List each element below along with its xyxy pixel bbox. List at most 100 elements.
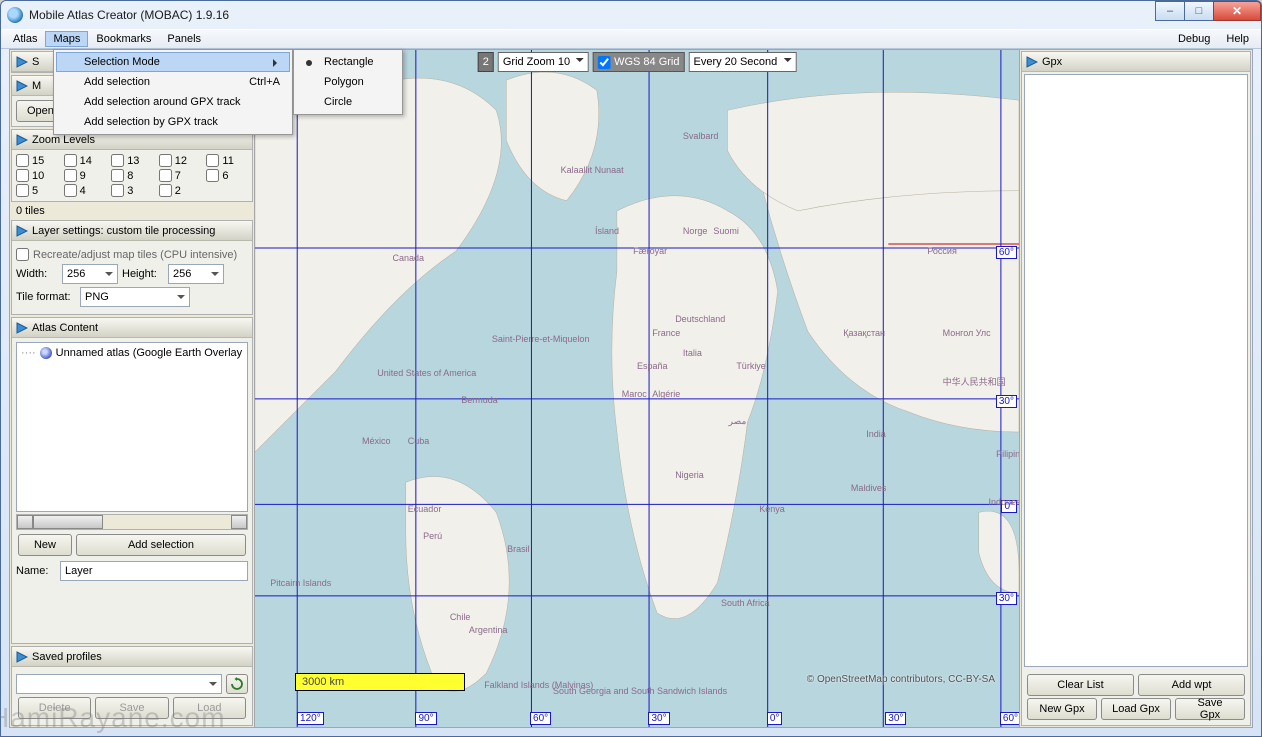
lat-grid-label: 60° <box>996 246 1017 259</box>
lon-grid-label: 30° <box>648 712 669 725</box>
zoom-level-12[interactable]: 12 <box>159 154 201 167</box>
zoom-checkbox-3[interactable] <box>111 184 124 197</box>
new-button[interactable]: New <box>18 534 72 556</box>
arrow-right-icon <box>16 225 28 237</box>
menu-item-add-selection[interactable]: Add selection Ctrl+A <box>56 72 290 92</box>
grid-type-toggle[interactable]: WGS 84 Grid <box>593 52 684 72</box>
menu-bookmarks[interactable]: Bookmarks <box>88 31 159 47</box>
zoom-level-14[interactable]: 14 <box>64 154 106 167</box>
tree-root-item[interactable]: ···· Unnamed atlas (Google Earth Overlay <box>21 347 243 359</box>
lon-grid-label: 90° <box>415 712 436 725</box>
zoom-level-15[interactable]: 15 <box>16 154 58 167</box>
zoom-checkbox-10[interactable] <box>16 169 29 182</box>
layer-settings-title: Layer settings: custom tile processing <box>32 225 215 237</box>
layer-settings-header[interactable]: Layer settings: custom tile processing <box>12 221 252 241</box>
zoom-checkbox-8[interactable] <box>111 169 124 182</box>
maps-menu-popup: Selection Mode Add selection Ctrl+A Add … <box>53 49 293 135</box>
zoom-level-7[interactable]: 7 <box>159 169 201 182</box>
lat-grid-label: 0° <box>1001 500 1017 513</box>
map-attribution: © OpenStreetMap contributors, CC-BY-SA <box>807 674 995 685</box>
menu-panels[interactable]: Panels <box>159 31 209 47</box>
zoom-checkbox-15[interactable] <box>16 154 29 167</box>
menu-atlas[interactable]: Atlas <box>5 31 45 47</box>
tiles-count-label: 0 tiles <box>10 203 254 219</box>
zoom-checkbox-5[interactable] <box>16 184 29 197</box>
zoom-checkbox-6[interactable] <box>206 169 219 182</box>
submenu-item-polygon[interactable]: Polygon <box>296 72 400 92</box>
grid-enable-checkbox[interactable] <box>598 56 611 69</box>
zoom-checkbox-11[interactable] <box>206 154 219 167</box>
saved-profiles-header[interactable]: Saved profiles <box>12 647 252 667</box>
zoom-checkbox-13[interactable] <box>111 154 124 167</box>
arrow-right-icon <box>16 80 28 92</box>
zoom-checkbox-14[interactable] <box>64 154 77 167</box>
zoom-level-10[interactable]: 10 <box>16 169 58 182</box>
height-combo[interactable]: 256 <box>168 264 224 284</box>
lon-grid-label: 60° <box>530 712 551 725</box>
tile-format-combo[interactable]: PNG <box>80 287 190 307</box>
zoom-level-6[interactable]: 6 <box>206 169 248 182</box>
zoom-level-9[interactable]: 9 <box>64 169 106 182</box>
globe-icon <box>40 347 52 359</box>
add-wpt-button[interactable]: Add wpt <box>1138 674 1245 696</box>
menu-help[interactable]: Help <box>1218 31 1257 47</box>
load-gpx-button[interactable]: Load Gpx <box>1101 698 1171 720</box>
saved-profiles-combo[interactable] <box>16 674 222 694</box>
zoom-level-3[interactable]: 3 <box>111 184 153 197</box>
clear-list-button[interactable]: Clear List <box>1027 674 1134 696</box>
gpx-panel-header[interactable]: Gpx <box>1022 52 1250 72</box>
menu-maps[interactable]: Maps <box>45 31 88 47</box>
gpx-list[interactable] <box>1024 74 1248 667</box>
map-canvas[interactable]: 60°30°0°30° 120°90°60°30°0°30°60° Canada… <box>254 50 1020 727</box>
menu-bar: Atlas Maps Bookmarks Panels Debug Help <box>1 29 1261 49</box>
zoom-level-11[interactable]: 11 <box>206 154 248 167</box>
map-toolbar: 2 Grid Zoom 10 WGS 84 Grid Every 20 Seco… <box>478 52 797 72</box>
window-title: Mobile Atlas Creator (MOBAC) 1.9.16 <box>29 8 229 22</box>
name-input[interactable] <box>60 561 248 581</box>
tile-format-label: Tile format: <box>16 291 76 303</box>
grid-zoom-dropdown[interactable]: Grid Zoom 10 <box>498 52 589 72</box>
width-combo[interactable]: 256 <box>62 264 118 284</box>
submenu-arrow-icon <box>273 59 281 67</box>
menu-debug[interactable]: Debug <box>1170 31 1218 47</box>
grid-interval-dropdown[interactable]: Every 20 Second <box>689 52 797 72</box>
menu-item-add-selection-around-gpx[interactable]: Add selection around GPX track <box>56 92 290 112</box>
lon-grid-label: 0° <box>767 712 783 725</box>
zoom-checkbox-7[interactable] <box>159 169 172 182</box>
save-gpx-button[interactable]: Save Gpx <box>1175 698 1245 720</box>
arrow-right-icon <box>16 134 28 146</box>
saved-profiles-title: Saved profiles <box>32 651 102 663</box>
zoom-checkbox-2[interactable] <box>159 184 172 197</box>
submenu-item-rectangle[interactable]: Rectangle <box>296 52 400 72</box>
submenu-item-circle[interactable]: Circle <box>296 92 400 112</box>
zoom-checkbox-12[interactable] <box>159 154 172 167</box>
zoom-level-13[interactable]: 13 <box>111 154 153 167</box>
recreate-tiles-checkbox[interactable] <box>16 248 29 261</box>
zoom-checkbox-4[interactable] <box>64 184 77 197</box>
atlas-content-header[interactable]: Atlas Content <box>12 318 252 338</box>
window-minimize-button[interactable]: – <box>1155 1 1185 21</box>
tree-horizontal-scrollbar[interactable] <box>16 514 248 530</box>
atlas-tree[interactable]: ···· Unnamed atlas (Google Earth Overlay <box>16 342 248 512</box>
new-gpx-button[interactable]: New Gpx <box>1027 698 1097 720</box>
zoom-level-2[interactable]: 2 <box>159 184 201 197</box>
window-close-button[interactable]: ✕ <box>1213 1 1261 21</box>
lat-grid-label: 30° <box>996 395 1017 408</box>
map-svg <box>255 50 1019 727</box>
menu-item-selection-mode[interactable]: Selection Mode <box>56 52 290 72</box>
refresh-icon-button[interactable] <box>226 674 248 694</box>
zoom-checkbox-9[interactable] <box>64 169 77 182</box>
zoom-level-4[interactable]: 4 <box>64 184 106 197</box>
add-selection-button[interactable]: Add selection <box>76 534 246 556</box>
zoom-level-8[interactable]: 8 <box>111 169 153 182</box>
window-maximize-button[interactable]: □ <box>1184 1 1214 21</box>
scale-bar: 3000 km <box>295 673 465 691</box>
gpx-panel-title: Gpx <box>1042 56 1062 68</box>
menu-item-add-selection-by-gpx[interactable]: Add selection by GPX track <box>56 112 290 132</box>
zoom-level-5[interactable]: 5 <box>16 184 58 197</box>
left-sidebar: S M Open Zoom Levels 15141312111098765 <box>10 50 254 727</box>
zoom-levels-title: Zoom Levels <box>32 134 95 146</box>
app-icon <box>7 7 23 23</box>
atlas-content-title: Atlas Content <box>32 322 98 334</box>
recreate-tiles-label: Recreate/adjust map tiles (CPU intensive… <box>33 249 237 261</box>
